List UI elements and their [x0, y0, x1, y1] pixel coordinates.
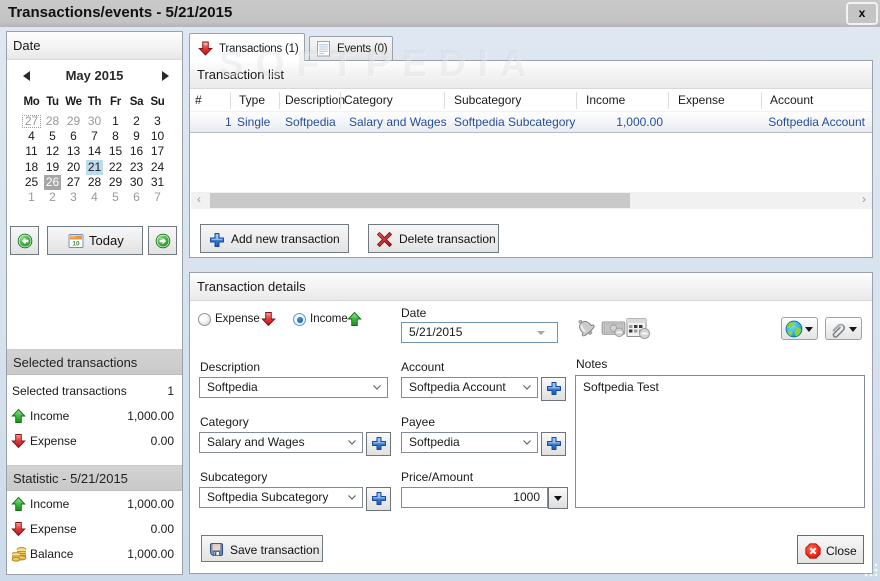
svg-text:10: 10	[72, 241, 80, 248]
